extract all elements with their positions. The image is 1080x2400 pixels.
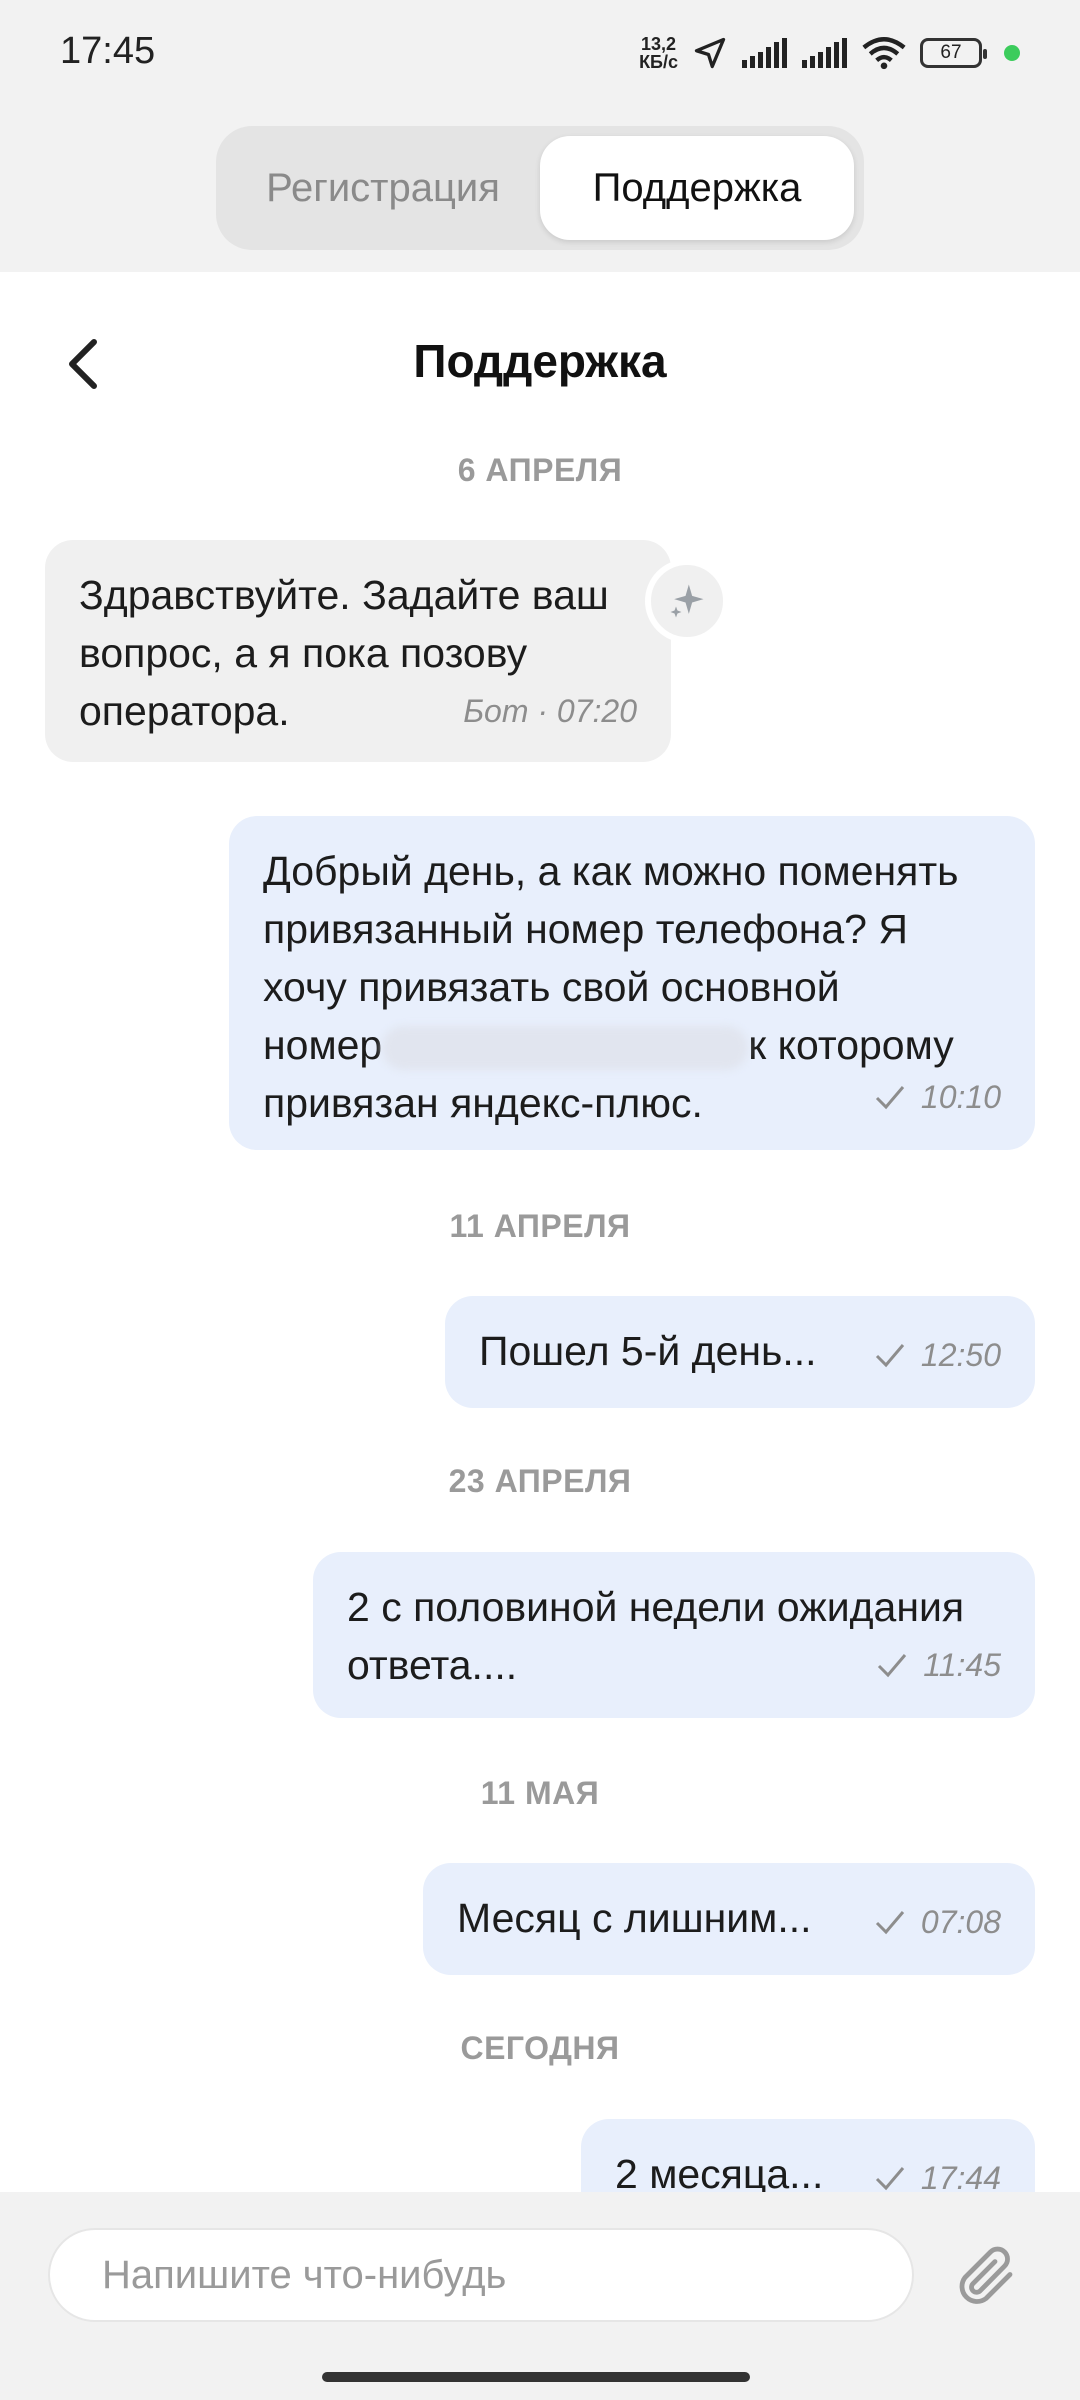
network-speed-unit: КБ/с [639,52,678,72]
battery-icon: 67 [920,38,987,68]
attach-button[interactable] [950,2236,1022,2316]
outgoing-message: Месяц с лишним... 07:08 [423,1863,1035,1975]
tab-registration[interactable]: Регистрация [226,136,540,240]
outgoing-message: Пошел 5-й день... 12:50 [445,1296,1035,1408]
message-time: 12:50 [920,1337,1001,1373]
status-time: 17:45 [60,30,156,72]
incoming-message: Здравствуйте. Задайте ваш вопрос, а я по… [45,540,671,762]
outgoing-message: 2 месяца... 17:44 [581,2119,1035,2192]
paperclip-icon [959,2246,1013,2304]
chat-messages[interactable]: 6 АПРЕЛЯ Здравствуйте. Задайте ваш вопро… [0,452,1080,2192]
check-icon [875,2167,905,2191]
ai-sparkle-icon [645,559,729,643]
message-fragment: номер [263,1022,383,1068]
message-time: 17:44 [920,2160,1001,2192]
chat-header: Поддержка [0,272,1080,454]
date-separator: 11 МАЯ [480,1775,600,1811]
signal-icon [802,38,847,68]
message-line: привязанный номер телефона? Я [263,906,908,952]
message-meta: 10:10 [873,1068,1001,1126]
message-input-bar: Напишите что-нибудь [0,2192,1080,2400]
message-meta: 17:44 [873,2149,1001,2192]
outgoing-message: 2 с половиной недели ожидания ответа....… [313,1552,1035,1718]
message-meta: 11:45 [875,1636,1001,1694]
wifi-icon [862,37,906,70]
mode-switch-area: Регистрация Поддержка [0,110,1080,272]
message-line: вопрос, а я пока позову [79,630,528,676]
home-indicator[interactable] [322,2372,750,2382]
message-time: 11:45 [923,1647,1001,1683]
message-time: 07:08 [920,1904,1001,1940]
message-line: 2 с половиной недели ожидания [347,1584,965,1630]
signal-icon [742,38,787,68]
check-icon [875,1344,905,1368]
tab-support[interactable]: Поддержка [540,136,854,240]
status-icons: 13,2 КБ/с 67 [639,28,1020,78]
navigation-icon [694,37,726,69]
status-bar: 17:45 13,2 КБ/с 67 [0,0,1080,110]
message-time: 10:10 [920,1079,1001,1115]
date-separator: 11 АПРЕЛЯ [449,1208,631,1244]
network-speed-value: 13,2 [641,34,677,54]
message-meta: 12:50 [873,1326,1001,1384]
outgoing-message: Добрый день, а как можно поменять привяз… [229,816,1035,1150]
message-input[interactable]: Напишите что-нибудь [48,2228,914,2322]
mode-switch: Регистрация Поддержка [216,126,864,250]
page-title: Поддержка [413,335,667,387]
date-separator: СЕГОДНЯ [460,2030,620,2066]
check-icon [878,1654,907,1678]
check-icon [875,1086,905,1110]
date-separator: 23 АПРЕЛЯ [448,1463,632,1499]
date-separator: 6 АПРЕЛЯ [457,452,623,488]
message-meta: Бот · 07:20 [463,693,637,729]
message-fragment: к которому [748,1022,954,1068]
message-line: хочу привязать свой основной [263,964,840,1010]
network-speed: 13,2 КБ/с [639,35,678,71]
message-line: номер к которому [263,1016,1005,1074]
message-line: Добрый день, а как можно поменять [263,848,959,894]
redacted-phone-number [382,1026,749,1071]
check-icon [875,1911,905,1935]
message-line: Здравствуйте. Задайте ваш [79,572,609,618]
privacy-indicator-dot [1004,45,1020,61]
message-meta: 07:08 [873,1893,1001,1951]
